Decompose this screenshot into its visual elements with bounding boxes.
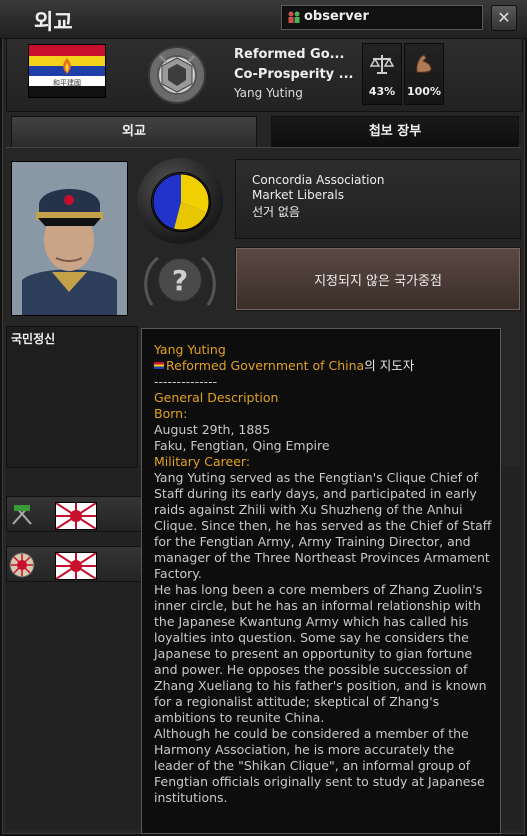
tab-intelligence-ledger[interactable]: 첩보 장부 xyxy=(271,116,519,148)
japan-flag xyxy=(55,552,97,580)
tooltip-general-heading: General Description xyxy=(154,390,279,405)
tooltip-leader-of: Reformed Government of China의 지도자 xyxy=(154,358,414,374)
election-status: 선거 없음 xyxy=(252,205,300,219)
observer-label: observer xyxy=(304,9,369,24)
leader-portrait[interactable] xyxy=(11,161,128,316)
country-flag[interactable]: 和平建國 xyxy=(28,44,106,98)
ideology-pie-icon[interactable] xyxy=(151,172,211,232)
leader-tooltip: Yang Yuting Reformed Government of China… xyxy=(141,328,501,834)
tooltip-biography: Yang Yuting served as the Fengtian's Cli… xyxy=(154,470,492,805)
national-focus-button[interactable]: 지정되지 않은 국가중점 xyxy=(235,247,521,311)
small-flag-icon xyxy=(154,362,164,369)
ruling-ideology: Co-Prosperity ... xyxy=(234,67,354,82)
relation-row[interactable] xyxy=(6,546,142,582)
people-icon xyxy=(288,11,300,23)
observer-field[interactable]: observer xyxy=(281,5,483,30)
party-name: Concordia Association xyxy=(252,173,385,187)
crossed-flags-icon xyxy=(12,505,32,525)
scales-icon xyxy=(370,55,394,74)
tooltip-country-suffix: 의 지도자 xyxy=(364,358,415,373)
close-button[interactable]: ✕ xyxy=(491,5,517,31)
tooltip-leader-name: Yang Yuting xyxy=(154,342,226,357)
party-ideology: Market Liberals xyxy=(252,188,344,202)
stability-indicator[interactable]: 43% xyxy=(362,43,402,105)
national-spirits-panel: 국민정신 xyxy=(6,326,138,468)
tooltip-born-place: Faku, Fengtian, Qing Empire xyxy=(154,438,330,453)
leader-portrait-image xyxy=(12,162,127,315)
flame-emblem-icon xyxy=(63,58,71,74)
tab-diplomacy[interactable]: 외교 xyxy=(11,116,257,147)
question-mark-icon[interactable]: ? xyxy=(140,250,220,310)
national-focus-label: 지정되지 않은 국가중점 xyxy=(314,274,442,289)
flag-caption: 和平建國 xyxy=(53,79,81,87)
stability-value: 43% xyxy=(368,85,396,98)
tooltip-born-date: August 29th, 1885 xyxy=(154,422,271,437)
tooltip-country-link[interactable]: Reformed Government of China xyxy=(166,358,364,373)
leader-name: Yang Yuting xyxy=(234,86,303,100)
national-spirits-label: 국민정신 xyxy=(11,332,56,346)
svg-text:?: ? xyxy=(172,264,188,297)
flexed-arm-icon xyxy=(416,54,432,73)
government-emblem-icon[interactable] xyxy=(146,44,208,106)
tooltip-separator: -------------- xyxy=(154,374,218,389)
war-support-value: 100% xyxy=(407,85,441,98)
tooltip-career-heading: Military Career: xyxy=(154,454,251,469)
war-support-indicator[interactable]: 100% xyxy=(404,43,444,105)
rising-sun-seal-icon xyxy=(9,552,35,578)
government-name: Reformed Go... xyxy=(234,47,345,62)
window-title: 외교 xyxy=(34,10,73,34)
tooltip-born-heading: Born: xyxy=(154,406,188,421)
relation-row[interactable] xyxy=(6,496,142,532)
japan-flag xyxy=(55,502,97,530)
